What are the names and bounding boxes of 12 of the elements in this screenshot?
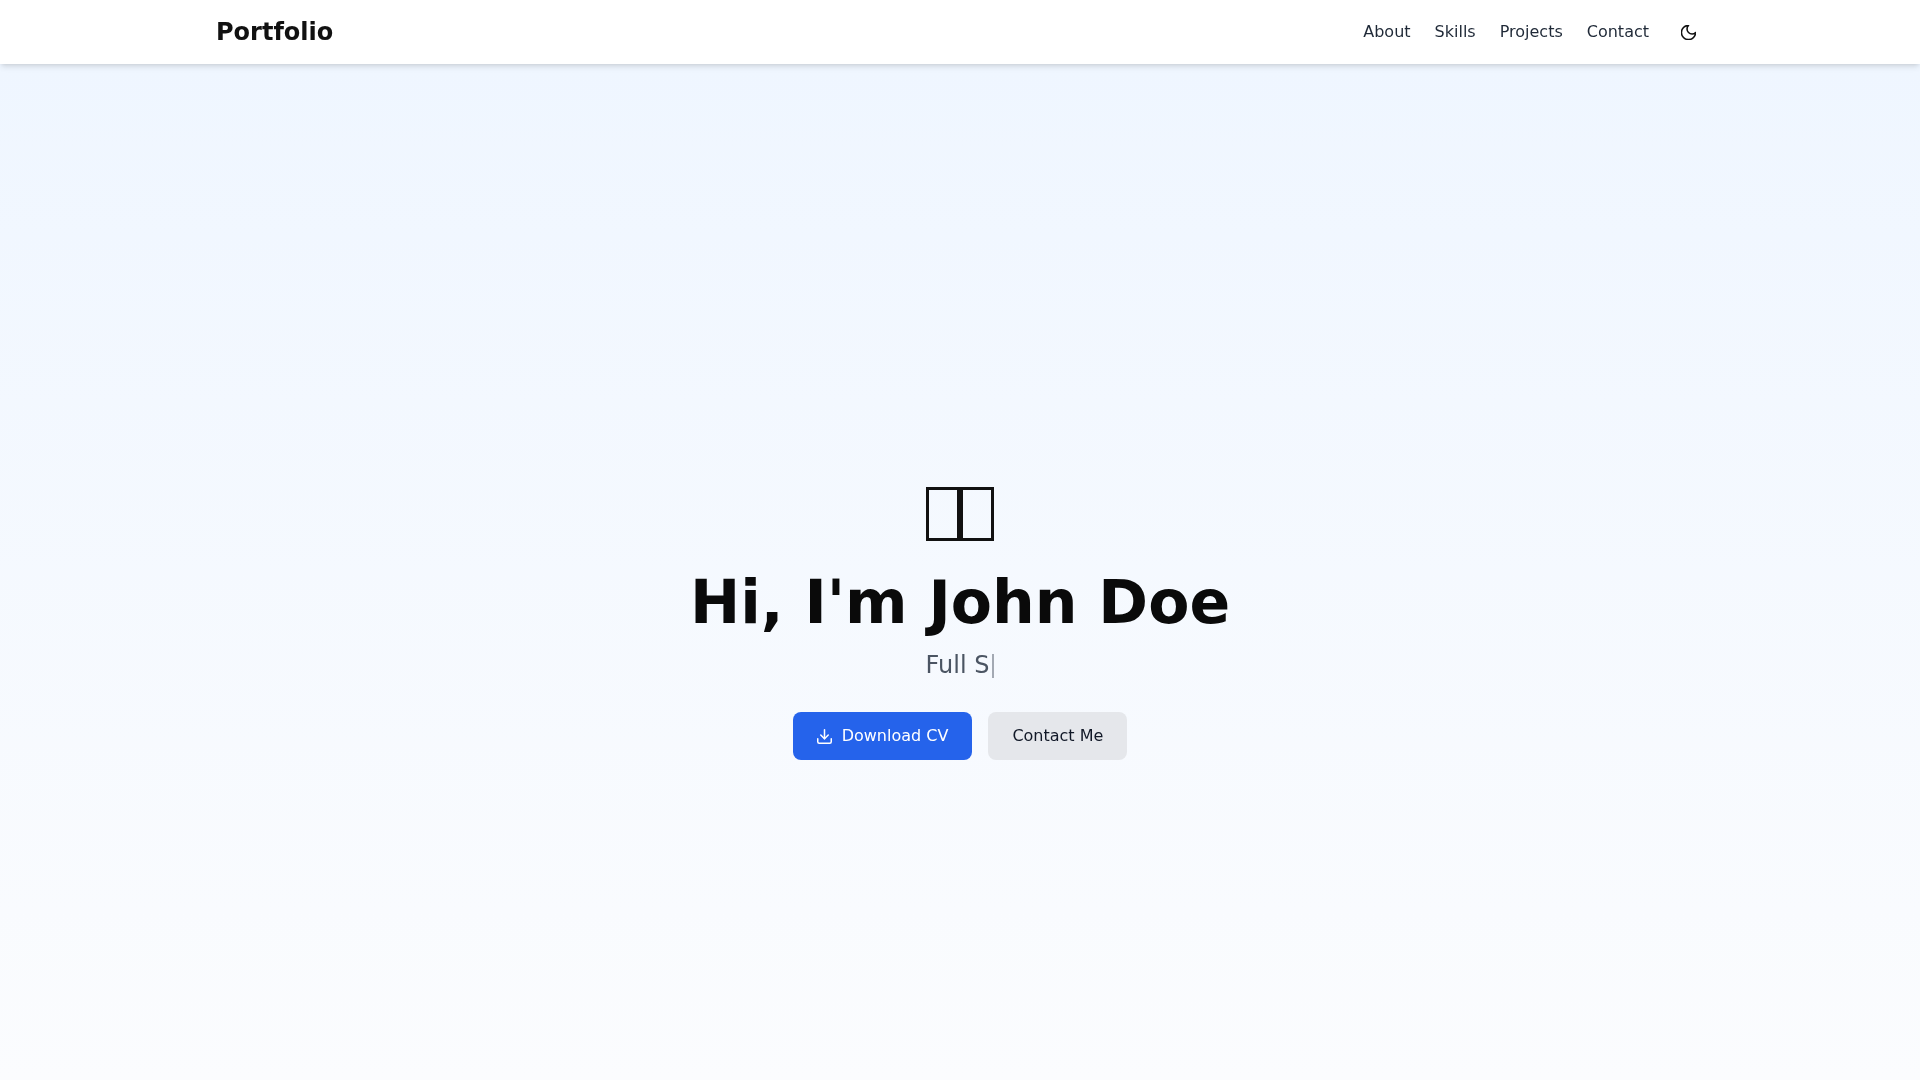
nav-link[interactable]: Projects (1499, 20, 1563, 44)
download-icon (816, 728, 832, 744)
nav-link[interactable]: Skills (1434, 20, 1476, 44)
nav-link[interactable]: Contact (1586, 20, 1649, 44)
missing-glyph-icon (926, 487, 994, 541)
moon-icon (1681, 24, 1696, 40)
typed-subtitle: Full S (925, 650, 990, 681)
contact-button[interactable]: Contact Me (988, 712, 1128, 760)
download-button[interactable]: Download CV (792, 712, 973, 760)
text-cursor-icon (992, 654, 995, 678)
nav-link[interactable]: About (1363, 20, 1411, 44)
site-logo[interactable]: Portfolio (216, 16, 334, 48)
